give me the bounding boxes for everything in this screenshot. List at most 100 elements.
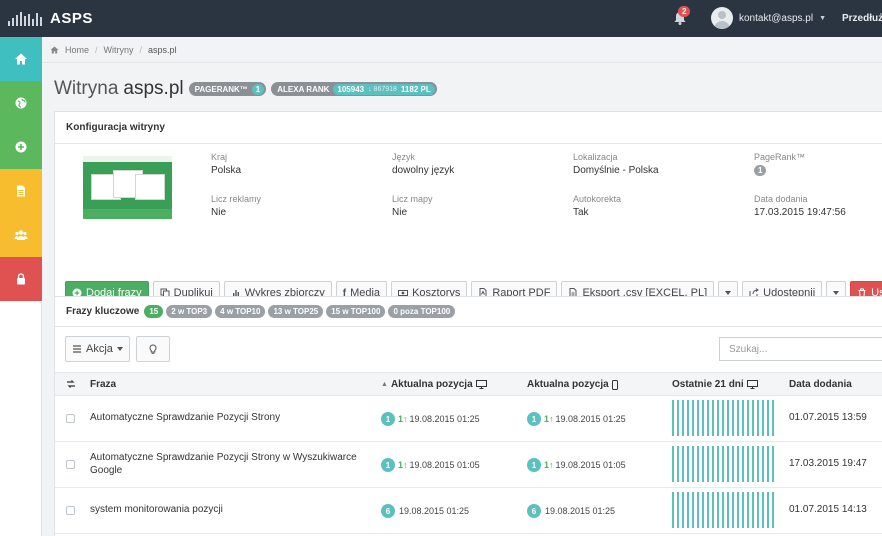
config-panel-title: Konfiguracja witryny — [55, 112, 882, 144]
table-row[interactable]: Automatyczne Sprawdzanie Pozycji Strony … — [55, 396, 882, 442]
row-checkbox[interactable] — [66, 414, 75, 423]
document-icon — [17, 185, 25, 197]
users-icon — [14, 230, 28, 240]
sidebar-item-reports[interactable] — [0, 169, 42, 213]
sidebar — [0, 37, 42, 536]
phrase-text[interactable]: system monitorowania pozycji — [90, 504, 223, 515]
plus-circle-icon — [15, 141, 27, 153]
site-thumbnail[interactable] — [83, 156, 172, 219]
sparkline-21-days — [672, 492, 774, 528]
sparkline-21-days — [672, 400, 774, 436]
table-header: Fraza ▲ Aktualna pozycja Aktualna pozycj… — [55, 372, 882, 396]
added-date: 01.07.2015 13:59 — [789, 412, 867, 423]
language-field: Język dowolny język — [392, 152, 455, 176]
pagerank-label: PAGERANK™ — [194, 84, 248, 94]
sidebar-item-users[interactable] — [0, 213, 42, 257]
desktop-icon — [746, 380, 758, 389]
pagerank-field: PageRank™ 1 — [754, 152, 806, 176]
sidebar-item-home[interactable] — [0, 37, 42, 81]
breadcrumb-sites[interactable]: Witryny — [104, 45, 134, 55]
avatar — [711, 7, 733, 29]
top100-badge: 15 w TOP100 — [326, 305, 386, 318]
arrow-up-icon: 1↑ — [398, 460, 408, 470]
phrase-text[interactable]: Automatyczne Sprawdzanie Pozycji Strony — [90, 412, 280, 423]
top10-badge: 4 w TOP10 — [215, 305, 266, 318]
breadcrumb-home[interactable]: Home — [65, 45, 89, 55]
row-checkbox[interactable] — [66, 460, 75, 469]
mobile-icon — [611, 379, 618, 390]
location-field: Lokalizacja Domyślnie - Polska — [573, 152, 659, 176]
lightbulb-icon — [149, 344, 157, 354]
search-input[interactable]: Szukaj... — [719, 337, 882, 361]
alexa-rank-badge: ALEXA RANK 105943 ↓ 867918 1182 PL — [271, 82, 437, 96]
breadcrumb-current: asps.pl — [148, 45, 177, 55]
user-menu[interactable]: kontakt@asps.pl ▼ — [711, 7, 826, 29]
brand-name: ASPS — [50, 10, 93, 27]
maps-field: Licz mapy Nie — [392, 194, 433, 218]
alexa-pl-rank: 1182 PL — [400, 84, 431, 94]
list-icon — [73, 345, 81, 353]
table-row[interactable]: Automatyczne Sprawdzanie Pozycji Strony … — [55, 442, 882, 488]
keywords-panel: Frazy kluczowe 15 2 w TOP3 4 w TOP10 13 … — [54, 296, 882, 536]
bars-logo-icon — [8, 11, 42, 26]
shuffle-icon[interactable] — [66, 379, 76, 389]
site-config-panel: Konfiguracja witryny Kraj Polska Język d… — [54, 111, 882, 315]
added-date: 01.07.2015 14:13 — [789, 504, 867, 515]
row-checkbox[interactable] — [66, 506, 75, 515]
table-row[interactable]: system monitorowania pozycji 6 19.08.2015… — [55, 488, 882, 534]
mobile-position: 1 1↑ 19.08.2015 01:05 — [527, 458, 626, 472]
top3-badge: 2 w TOP3 — [166, 305, 213, 318]
breadcrumb: Home / Witryny / asps.pl — [50, 45, 177, 55]
column-phrase[interactable]: Fraza — [90, 379, 116, 390]
top-navbar: ASPS 2 kontakt@asps.pl ▼ Przedłuż — [0, 0, 882, 37]
alexa-rank-values: 105943 ↓ 867918 1182 PL — [333, 83, 435, 95]
breadcrumb-divider — [42, 62, 882, 63]
alexa-rank-delta: ↓ 867918 — [368, 85, 397, 93]
keyword-count-badge: 15 — [144, 305, 164, 318]
desktop-position: 6 19.08.2015 01:25 — [381, 504, 469, 518]
chevron-down-icon: ▼ — [819, 14, 827, 22]
sidebar-item-sites[interactable] — [0, 81, 42, 125]
keywords-toolbar: Akcja — [65, 336, 170, 362]
home-icon — [15, 53, 27, 65]
sidebar-item-add-site[interactable] — [0, 125, 42, 169]
mobile-position: 1 1↑ 19.08.2015 01:25 — [527, 412, 626, 426]
breadcrumb-separator: / — [95, 45, 98, 55]
tips-button[interactable] — [135, 336, 170, 362]
globe-icon — [15, 97, 27, 109]
lock-icon — [17, 273, 25, 285]
caret-down-icon — [833, 291, 840, 295]
home-icon — [50, 46, 59, 54]
extend-link[interactable]: Przedłuż — [842, 13, 882, 24]
phrase-text[interactable]: Automatyczne Sprawdzanie Pozycji Strony … — [90, 451, 370, 477]
page-title-prefix: Witryna — [54, 78, 119, 99]
page-title: Witryna asps.pl PAGERANK™ 1 ALEXA RANK 1… — [54, 78, 437, 100]
country-field: Kraj Polska — [211, 152, 242, 176]
keywords-header: Frazy kluczowe 15 2 w TOP3 4 w TOP10 13 … — [55, 297, 882, 327]
user-email: kontakt@asps.pl — [739, 12, 814, 24]
pagerank-value: 1 — [251, 83, 265, 95]
outside-top100-badge: 0 poza TOP100 — [388, 305, 456, 318]
column-last-21-days[interactable]: Ostatnie 21 dni — [672, 379, 758, 390]
ads-field: Licz reklamy Nie — [211, 194, 262, 218]
column-position-mobile[interactable]: Aktualna pozycja — [527, 379, 618, 390]
page-title-domain: asps.pl — [123, 78, 184, 99]
pagerank-badge: PAGERANK™ 1 — [188, 82, 267, 96]
added-date-field: Data dodania 17.03.2015 19:47:56 — [754, 194, 846, 218]
sidebar-item-security[interactable] — [0, 257, 42, 301]
caret-down-icon — [725, 291, 732, 295]
sparkline-21-days — [672, 446, 774, 482]
action-dropdown[interactable]: Akcja — [65, 336, 130, 362]
brand-logo[interactable]: ASPS — [8, 0, 93, 37]
arrow-up-icon: 1↑ — [544, 460, 554, 470]
added-date: 17.03.2015 19:47 — [789, 458, 867, 469]
alexa-label: ALEXA RANK — [277, 84, 330, 94]
column-position-desktop[interactable]: ▲ Aktualna pozycja — [381, 379, 487, 390]
main-content: Home / Witryny / asps.pl Witryna asps.pl… — [42, 37, 882, 536]
keywords-title: Frazy kluczowe — [66, 306, 140, 317]
desktop-position: 1 1↑ 19.08.2015 01:05 — [381, 458, 480, 472]
caret-down-icon — [116, 347, 123, 351]
mobile-position: 6 19.08.2015 01:25 — [527, 504, 615, 518]
pagerank-badge: 1 — [754, 165, 767, 176]
column-added-date[interactable]: Data dodania — [789, 379, 852, 390]
